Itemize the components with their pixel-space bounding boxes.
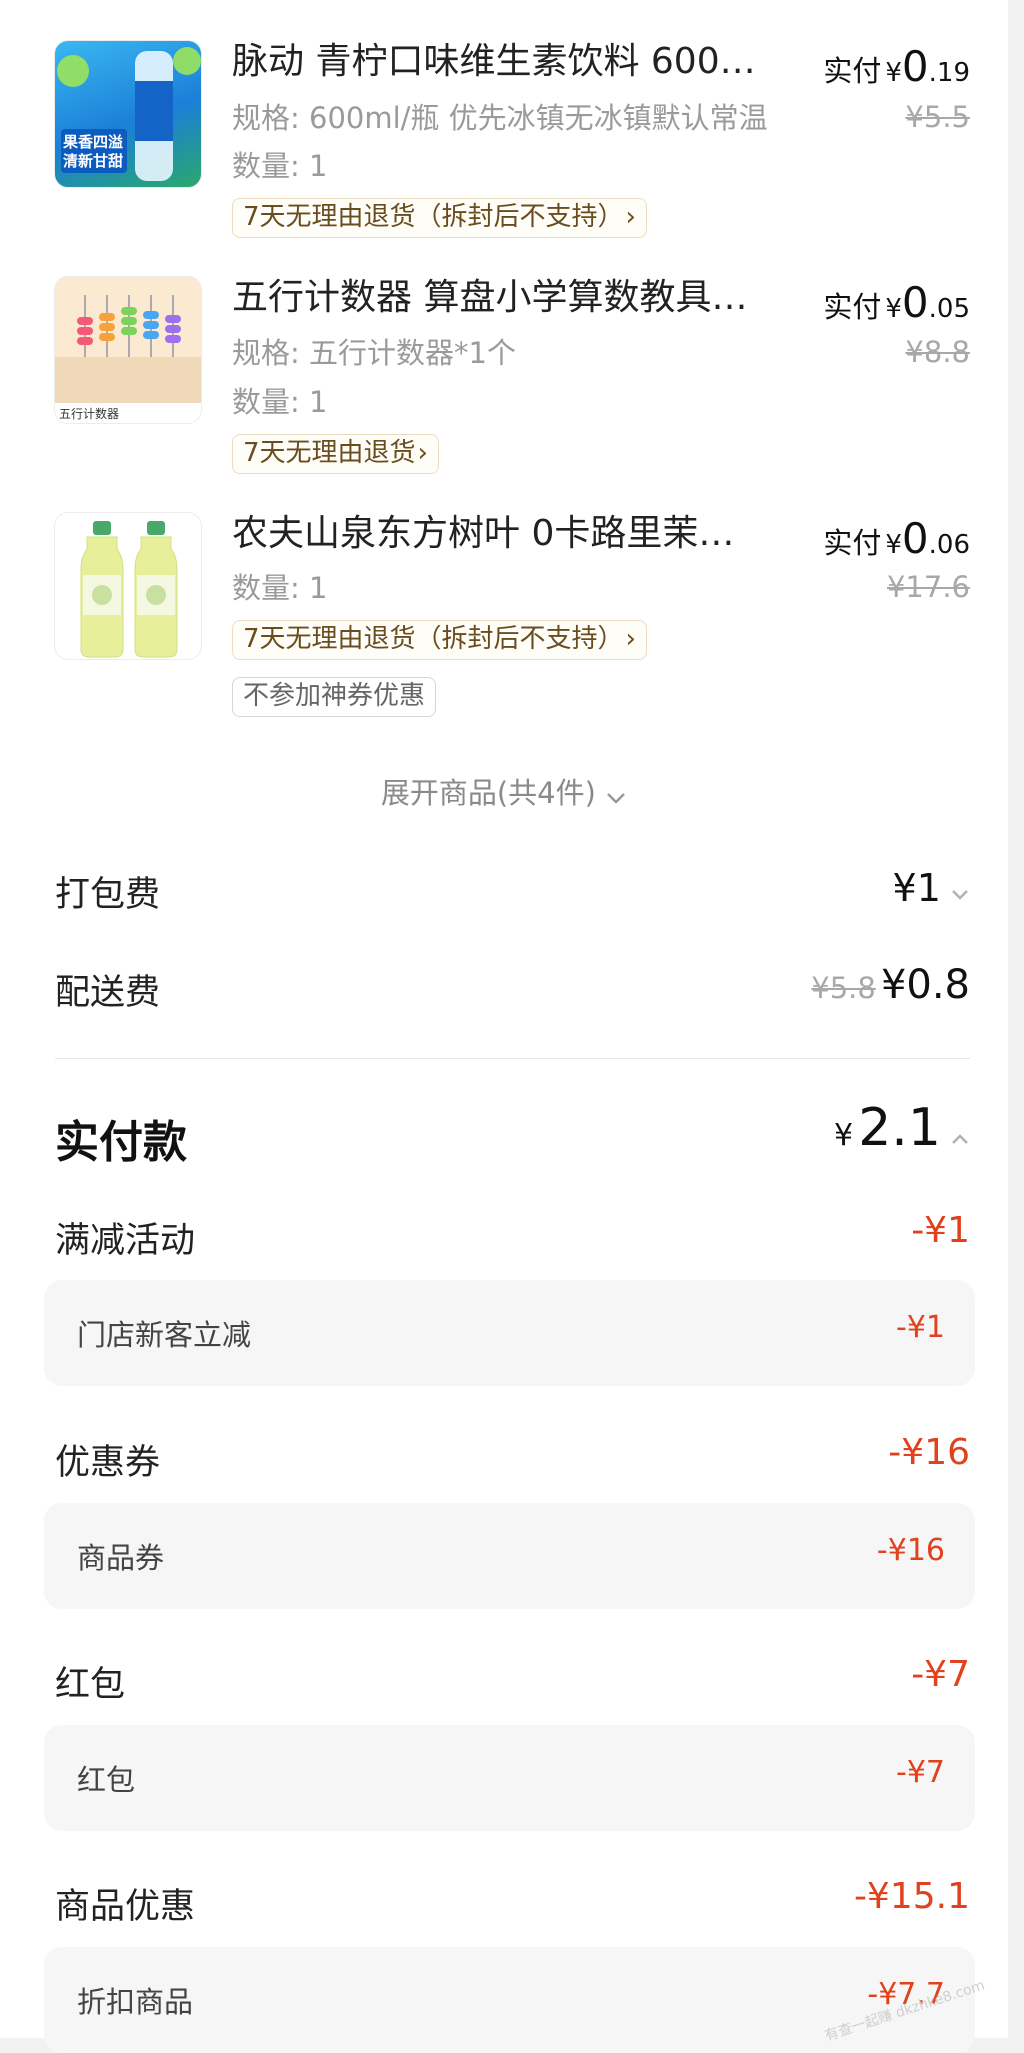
total-paid-value[interactable]: ¥ 2.1 [834, 1098, 970, 1158]
product-title[interactable]: 五行计数器 算盘小学算数教具… [232, 276, 772, 320]
discount-label-coupon: 优惠券 [55, 1443, 161, 1483]
original-price: ¥17.6 [886, 570, 970, 604]
paid-int: 0 [901, 278, 929, 327]
delivery-fee-amount: ¥0.8 [880, 962, 970, 1008]
chevron-right-icon: › [417, 438, 428, 468]
product-image-counter[interactable]: 五行计数器 [54, 276, 202, 424]
chevron-down-icon [950, 887, 970, 906]
tea-bottles-image [80, 521, 178, 658]
coupon-exclusion-tag: 不参加神券优惠 [232, 677, 437, 717]
product-title[interactable]: 农夫山泉东方树叶 0卡路里茉… [232, 512, 772, 556]
original-price: ¥5.5 [905, 100, 970, 134]
chevron-right-icon: › [625, 624, 636, 654]
product-spec: 规格: 五行计数器*1个 [232, 336, 516, 370]
expand-products-label: 展开商品(共4件) [380, 776, 596, 810]
abacus-image [55, 277, 201, 423]
chevron-up-icon [950, 1131, 970, 1150]
discount-detail-label: 折扣商品 [77, 1985, 194, 2019]
paid-dec: .19 [928, 58, 970, 88]
product-image-caption: 五行计数器 [59, 407, 120, 421]
product-spec: 规格: 600ml/瓶 优先冰镇无冰镇默认常温 [232, 101, 768, 135]
discount-detail-label: 门店新客立减 [77, 1318, 252, 1352]
discount-detail-value: -¥1 [896, 1310, 945, 1345]
packing-fee-amount: ¥1 [892, 866, 941, 910]
paid-yen: ¥ [885, 294, 902, 324]
discount-detail-label: 红包 [77, 1763, 136, 1797]
product-title[interactable]: 脉动 青柠口味维生素饮料 600… [232, 40, 772, 84]
discount-detail-value: -¥7 [896, 1755, 945, 1790]
chevron-right-icon: › [625, 202, 636, 232]
discount-value-product: -¥15.1 [853, 1876, 970, 1917]
discount-value-coupon: -¥16 [888, 1432, 970, 1473]
discount-label-product: 商品优惠 [55, 1887, 196, 1927]
paid-price: 实付 ¥0.05 [823, 278, 970, 327]
product-quantity: 数量: 1 [232, 571, 328, 605]
section-divider [55, 1058, 970, 1059]
product-image-maidong[interactable]: 果香四溢 清新甘甜 [54, 40, 202, 188]
discount-value-red-packet: -¥7 [911, 1654, 970, 1695]
return-policy-label: 7天无理由退货（拆封后不支持） [243, 624, 624, 654]
return-policy-label: 7天无理由退货 [243, 438, 416, 468]
expand-products-button[interactable]: 展开商品(共4件) [0, 770, 1008, 812]
discount-value-full-reduction: -¥1 [911, 1210, 970, 1251]
discount-detail-box: 红包 -¥7 [44, 1725, 975, 1831]
delivery-fee-value: ¥5.8 ¥0.8 [811, 962, 970, 1008]
discount-label-full-reduction: 满减活动 [55, 1221, 196, 1261]
paid-price: 实付 ¥0.06 [823, 514, 970, 563]
discount-detail-label: 商品券 [77, 1541, 165, 1575]
product-image-caption: 果香四溢 清新甘甜 [63, 133, 124, 170]
paid-int: 0 [901, 514, 929, 563]
paid-price: 实付 ¥0.19 [823, 42, 970, 91]
packing-fee-label: 打包费 [55, 875, 161, 915]
discount-detail-box: 门店新客立减 -¥1 [44, 1280, 975, 1386]
product-image-tea[interactable] [54, 512, 202, 660]
paid-int: 0 [901, 42, 929, 91]
discount-label-red-packet: 红包 [55, 1665, 126, 1705]
order-detail-card: 果香四溢 清新甘甜 脉动 青柠口味维生素饮料 600… 实付 ¥0.19 规格: … [0, 0, 1008, 2053]
packing-fee-value[interactable]: ¥1 [893, 866, 970, 910]
total-yen: ¥ [834, 1118, 854, 1153]
paid-dec: .05 [928, 294, 970, 324]
paid-label: 实付 [823, 526, 882, 560]
delivery-fee-original: ¥5.8 [811, 971, 876, 1005]
product-quantity: 数量: 1 [232, 385, 328, 419]
original-price: ¥8.8 [905, 335, 970, 369]
total-amount: 2.1 [858, 1098, 941, 1158]
paid-label: 实付 [823, 290, 882, 324]
chevron-down-icon [605, 778, 627, 812]
paid-label: 实付 [823, 54, 882, 88]
discount-detail-value: -¥16 [876, 1533, 945, 1568]
paid-yen: ¥ [885, 530, 902, 560]
return-policy-tag[interactable]: 7天无理由退货（拆封后不支持）› [232, 620, 647, 660]
return-policy-tag[interactable]: 7天无理由退货› [232, 434, 439, 474]
return-policy-tag[interactable]: 7天无理由退货（拆封后不支持）› [232, 198, 647, 238]
discount-detail-box: 商品券 -¥16 [44, 1503, 975, 1609]
total-paid-label: 实付款 [55, 1117, 187, 1168]
return-policy-label: 7天无理由退货（拆封后不支持） [243, 202, 624, 232]
delivery-fee-label: 配送费 [55, 973, 161, 1013]
paid-yen: ¥ [885, 58, 902, 88]
product-quantity: 数量: 1 [232, 149, 328, 183]
paid-dec: .06 [928, 530, 970, 560]
